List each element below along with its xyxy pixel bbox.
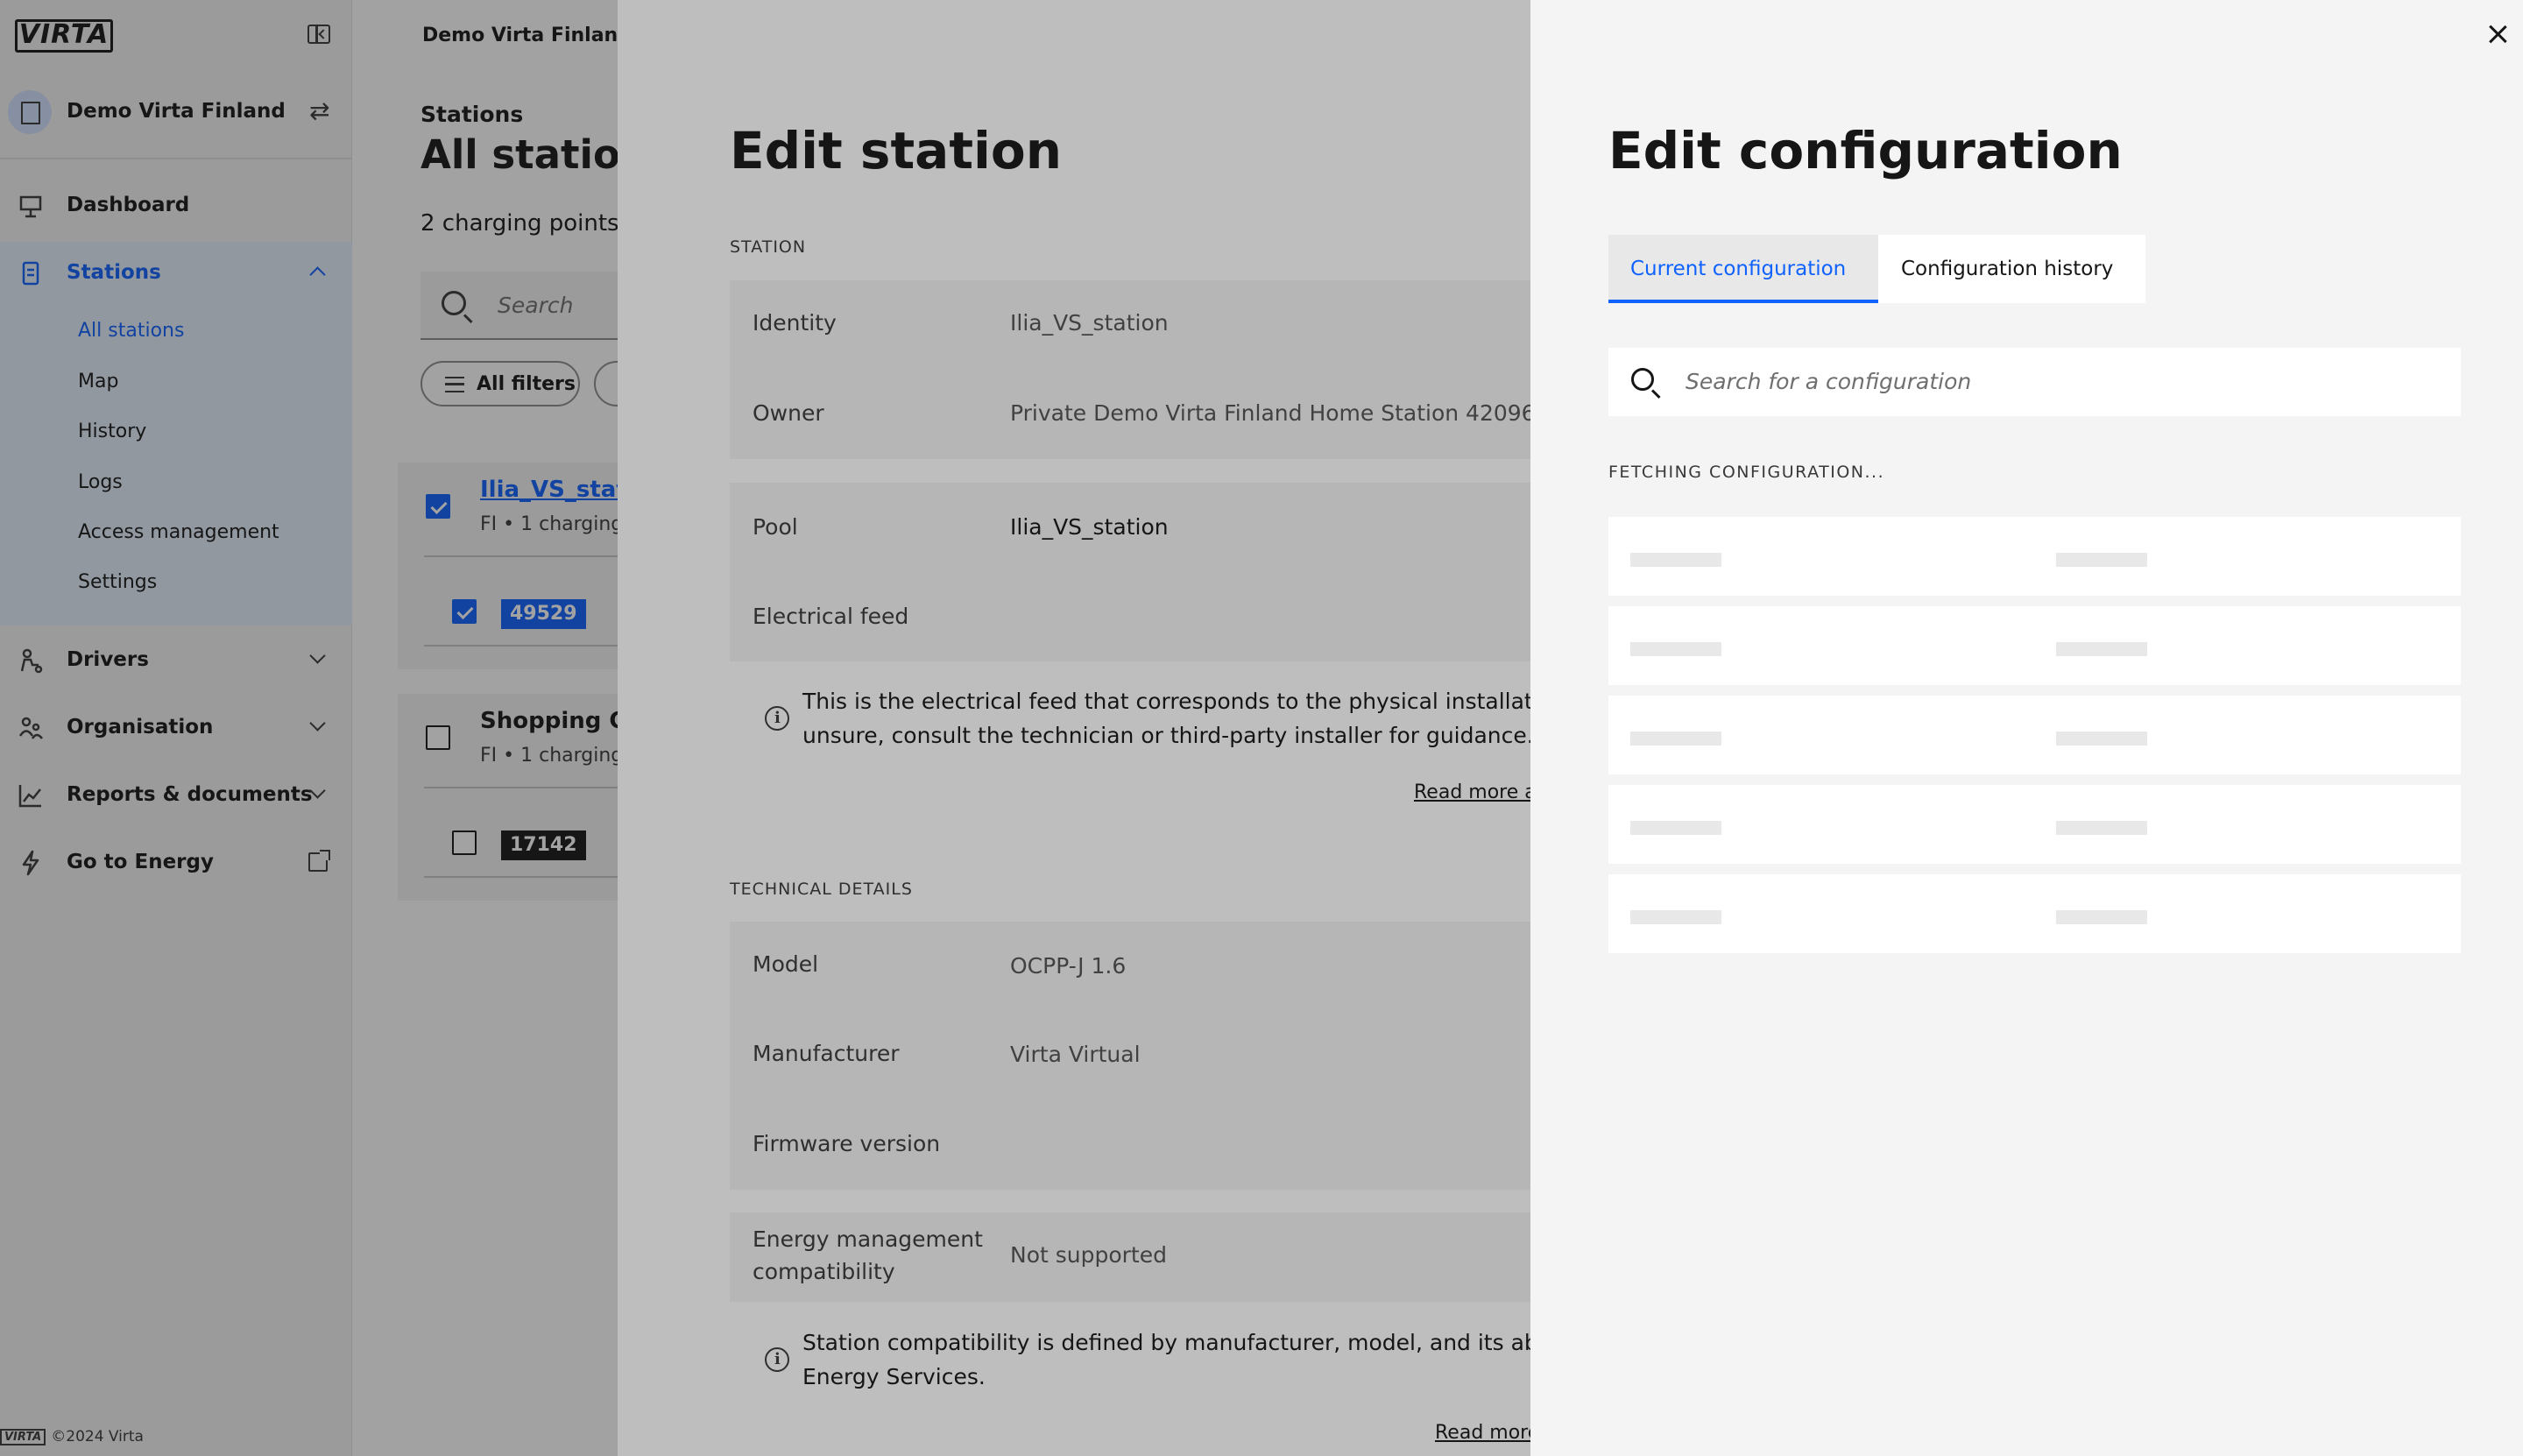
fetching-status: FETCHING CONFIGURATION... xyxy=(1608,463,1885,482)
skeleton-bar xyxy=(1630,642,1721,656)
configuration-search-input[interactable]: Search for a configuration xyxy=(1608,348,2461,416)
tab-configuration-history[interactable]: Configuration history xyxy=(1878,235,2145,303)
tab-current-configuration[interactable]: Current configuration xyxy=(1608,235,1878,303)
skeleton-row xyxy=(1608,874,2461,953)
skeleton-row xyxy=(1608,517,2461,596)
skeleton-bar xyxy=(2056,553,2147,567)
skeleton-bar xyxy=(2056,732,2147,746)
skeleton-bar xyxy=(2056,910,2147,924)
search-icon xyxy=(1631,368,1654,391)
search-placeholder: Search for a configuration xyxy=(1686,369,1972,394)
close-icon[interactable] xyxy=(2484,21,2511,47)
skeleton-bar xyxy=(2056,642,2147,656)
skeleton-bar xyxy=(1630,553,1721,567)
skeleton-bar xyxy=(1630,821,1721,835)
background-overlay[interactable] xyxy=(0,0,618,1456)
edit-station-panel: Edit station STATION Identity Ilia_VS_st… xyxy=(618,0,1530,1456)
skeleton-bar xyxy=(2056,821,2147,835)
skeleton-row xyxy=(1608,606,2461,685)
skeleton-bar xyxy=(1630,910,1721,924)
skeleton-bar xyxy=(1630,732,1721,746)
skeleton-row xyxy=(1608,785,2461,864)
panel-dim-overlay xyxy=(618,0,1530,1456)
skeleton-row xyxy=(1608,696,2461,774)
edit-configuration-title: Edit configuration xyxy=(1608,121,2123,180)
